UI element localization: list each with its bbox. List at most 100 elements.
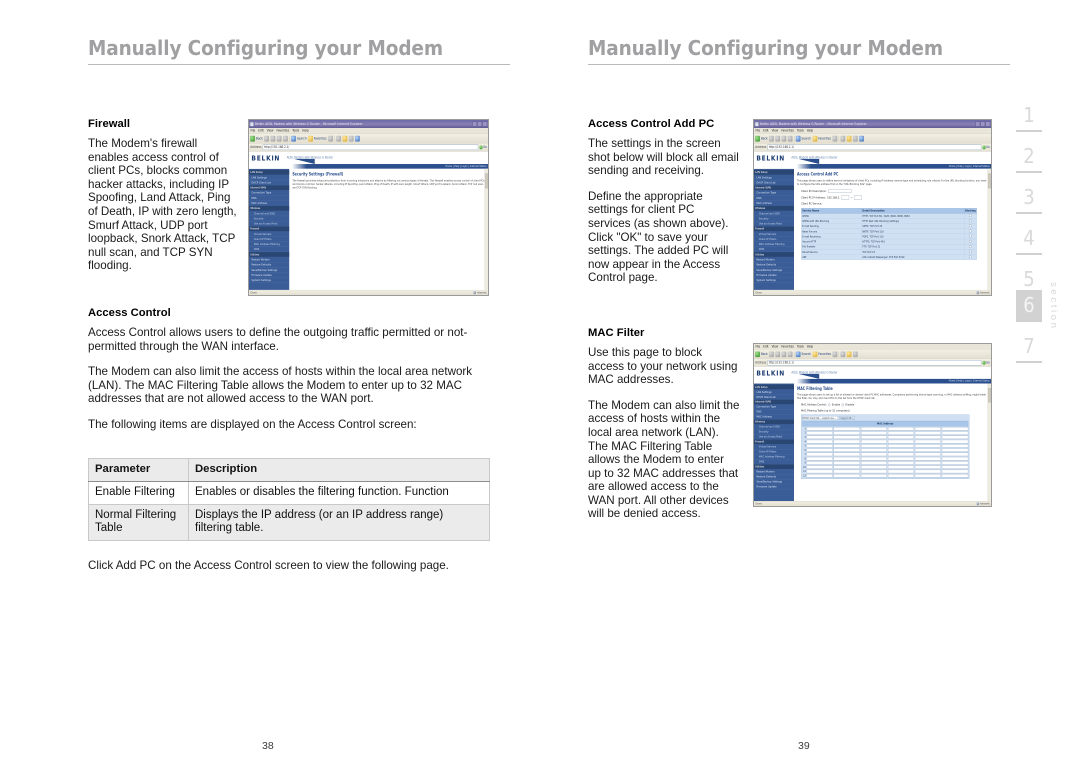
page-scrollbar[interactable]: [987, 168, 991, 290]
mac-octet-input[interactable]: [941, 426, 969, 431]
scrollbar-thumb[interactable]: [988, 173, 991, 189]
belkin-sidebar-nav[interactable]: LAN Setup LAN Settings DHCP Client List …: [249, 168, 290, 290]
search-button[interactable]: Search: [291, 135, 307, 142]
page-scrollbar[interactable]: [484, 168, 488, 290]
history-button[interactable]: [336, 135, 341, 142]
refresh-button[interactable]: [276, 135, 282, 142]
menu-tools[interactable]: Tools: [797, 345, 804, 349]
mac-octet-input[interactable]: [941, 469, 969, 474]
nav-group[interactable]: LAN Setup: [754, 384, 794, 390]
nav-group[interactable]: Utilities: [249, 252, 290, 257]
nav-item[interactable]: Firmware Update: [754, 484, 794, 490]
stop-button[interactable]: [775, 351, 781, 357]
mac-octet-input[interactable]: [914, 426, 942, 431]
mac-row[interactable]: 8: [802, 456, 969, 461]
mac-octet-input[interactable]: [860, 465, 887, 469]
menu-favorites[interactable]: Favorites: [781, 129, 794, 133]
mac-address-grid[interactable]: 1 2 3 4 5 6 7 8 9 10 11 12: [802, 426, 969, 478]
nav-group[interactable]: Internet WAN: [754, 399, 794, 405]
ip-octet-input[interactable]: [841, 195, 850, 200]
browser-toolbar[interactable]: Back Search Favorites: [754, 349, 991, 359]
mac-row[interactable]: 12: [802, 473, 969, 478]
mac-octet-input[interactable]: [914, 448, 942, 452]
mac-octet-input[interactable]: [941, 448, 969, 452]
checkbox[interactable]: [969, 250, 972, 253]
section-rail[interactable]: 1 2 3 4 5 6 7 section: [1016, 100, 1080, 370]
menu-view[interactable]: View: [772, 345, 779, 349]
nav-item[interactable]: System Settings: [754, 278, 794, 283]
mac-octet-input[interactable]: [806, 465, 833, 469]
mac-octet-input[interactable]: [914, 473, 942, 478]
mac-octet-input[interactable]: [833, 431, 860, 435]
mac-octet-input[interactable]: [860, 469, 887, 474]
menu-edit[interactable]: Edit: [763, 129, 768, 133]
window-controls[interactable]: [975, 121, 991, 127]
mac-octet-input[interactable]: [860, 448, 887, 452]
mac-octet-input[interactable]: [806, 456, 833, 461]
mac-octet-input[interactable]: [833, 469, 860, 474]
mac-filtering-panel[interactable]: DHCP client list -- select one -- Copy t…: [801, 414, 970, 479]
media-button[interactable]: [832, 351, 838, 357]
mac-octet-input[interactable]: [887, 435, 914, 440]
address-input[interactable]: http://192.168.2.1/: [767, 144, 982, 151]
menu-edit[interactable]: Edit: [763, 345, 768, 349]
menu-file[interactable]: File: [755, 345, 760, 349]
mac-octet-input[interactable]: [833, 426, 860, 431]
nav-group[interactable]: LAN Setup: [754, 169, 794, 175]
minimize-icon[interactable]: [975, 121, 981, 127]
mac-octet-input[interactable]: [941, 456, 969, 461]
search-button[interactable]: Search: [795, 135, 811, 142]
nav-group[interactable]: Wireless: [754, 205, 794, 211]
mac-octet-input[interactable]: [941, 435, 969, 440]
mac-octet-input[interactable]: [941, 461, 969, 465]
stop-button[interactable]: [775, 135, 781, 142]
edit-button[interactable]: [354, 135, 360, 142]
refresh-button[interactable]: [781, 351, 787, 357]
media-button[interactable]: [328, 135, 333, 142]
menu-file[interactable]: File: [755, 129, 760, 133]
mac-row[interactable]: 3: [802, 435, 969, 440]
mac-octet-input[interactable]: [887, 444, 914, 448]
mac-octet-input[interactable]: [806, 426, 833, 431]
mac-octet-input[interactable]: [941, 431, 969, 435]
section-tab-2[interactable]: 2: [1016, 141, 1042, 177]
checkbox[interactable]: [969, 239, 972, 243]
nav-group[interactable]: Utilities: [754, 252, 794, 257]
svc-checkbox-cell[interactable]: [963, 254, 977, 260]
forward-button[interactable]: [769, 135, 774, 142]
media-button[interactable]: [832, 135, 838, 142]
menu-view[interactable]: View: [267, 129, 274, 133]
belkin-top-links[interactable]: Home | Help | Login | Internet Status: [949, 379, 990, 382]
history-button[interactable]: [840, 135, 846, 142]
mac-row[interactable]: 5: [802, 444, 969, 448]
mac-panel-toolbar[interactable]: DHCP client list -- select one -- Copy t…: [802, 415, 968, 420]
mac-octet-input[interactable]: [806, 431, 833, 435]
mac-octet-input[interactable]: [914, 456, 942, 461]
home-button[interactable]: [787, 135, 793, 142]
mac-octet-input[interactable]: [941, 439, 969, 444]
mac-row[interactable]: 1: [802, 426, 969, 431]
browser-address-bar[interactable]: Address http://192.168.2.1/ Go: [754, 143, 991, 152]
menu-tools[interactable]: Tools: [292, 129, 299, 133]
checkbox[interactable]: [969, 245, 972, 248]
menu-file[interactable]: File: [250, 129, 255, 133]
mail-button[interactable]: [846, 351, 852, 357]
section-tab-6[interactable]: 6: [1016, 290, 1042, 326]
mail-button[interactable]: [342, 135, 348, 142]
close-icon[interactable]: [482, 121, 488, 127]
mac-octet-input[interactable]: [887, 452, 914, 457]
mac-row[interactable]: 6: [802, 448, 969, 452]
favorites-button[interactable]: Favorites: [812, 351, 831, 357]
mac-octet-input[interactable]: [833, 444, 860, 448]
field-client-pc-description[interactable]: Client PC Description:: [801, 188, 988, 194]
close-icon[interactable]: [985, 121, 991, 127]
mac-octet-input[interactable]: [806, 469, 833, 474]
mac-octet-input[interactable]: [806, 473, 833, 478]
mac-octet-input[interactable]: [806, 448, 833, 452]
mac-octet-input[interactable]: [860, 435, 887, 440]
mac-octet-input[interactable]: [806, 439, 833, 444]
ip-octet-input-end[interactable]: [854, 195, 862, 200]
mac-octet-input[interactable]: [833, 461, 860, 465]
go-button[interactable]: Go: [982, 145, 990, 150]
dhcp-client-select[interactable]: DHCP client list -- select one --: [802, 415, 838, 420]
